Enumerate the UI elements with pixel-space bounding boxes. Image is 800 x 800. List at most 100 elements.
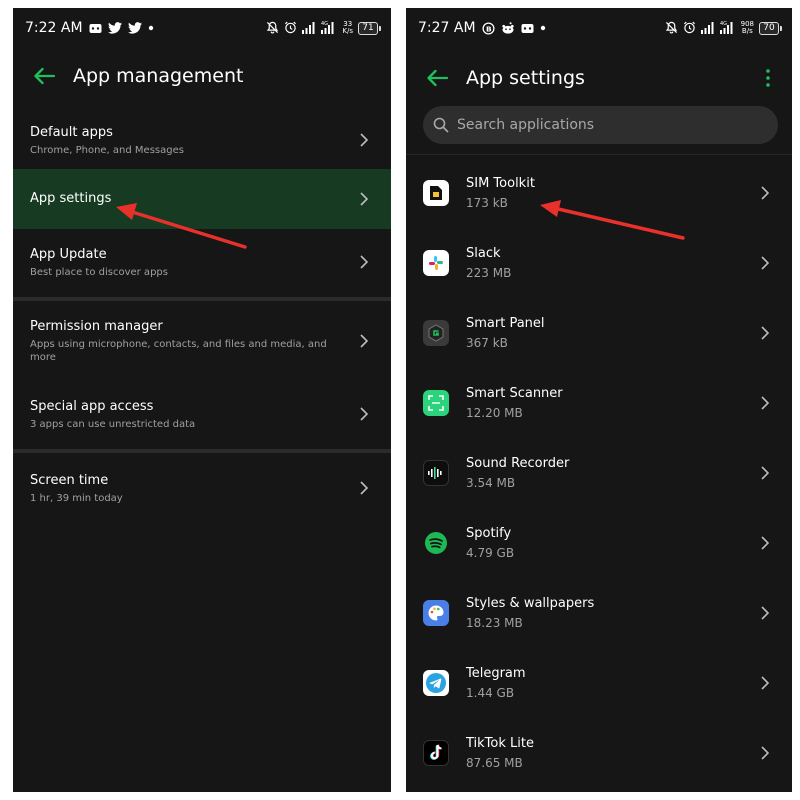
chevron-right-icon — [359, 132, 369, 148]
palette-icon — [423, 600, 449, 626]
app-size: 18.23 MB — [466, 616, 523, 630]
search-icon — [433, 117, 449, 133]
menu-item-special-app-access[interactable]: Special app access 3 apps can use unrest… — [13, 382, 391, 446]
app-name: Slack — [466, 246, 501, 261]
app-row-sim-toolkit[interactable]: SIM Toolkit 173 kB — [406, 158, 792, 228]
menu-item-permission-manager[interactable]: Permission manager Apps using microphone… — [13, 306, 391, 376]
sound-wave-icon — [423, 460, 449, 486]
page-title: App management — [73, 65, 244, 87]
menu-item-app-update[interactable]: App Update Best place to discover apps — [13, 230, 391, 294]
mute-notifications-icon — [266, 19, 279, 38]
app-size: 367 kB — [466, 336, 508, 350]
chevron-right-icon — [359, 333, 369, 349]
reddit-icon — [501, 22, 515, 34]
chevron-right-icon — [760, 745, 770, 761]
scanner-icon — [423, 390, 449, 416]
battery-icon: 71 — [358, 21, 381, 35]
app-row-sound-recorder[interactable]: Sound Recorder 3.54 MB — [406, 438, 792, 508]
back-button[interactable] — [29, 61, 59, 91]
alarm-icon — [683, 19, 696, 38]
app-row-tiktok-lite[interactable]: TikTok Lite 87.65 MB — [406, 718, 792, 788]
menu-item-default-apps[interactable]: Default apps Chrome, Phone, and Messages — [13, 108, 391, 172]
app-bar: App management — [13, 56, 391, 96]
status-time: 7:22 AM — [25, 20, 83, 36]
app-name: Spotify — [466, 526, 512, 541]
chevron-right-icon — [760, 395, 770, 411]
chevron-right-icon — [359, 406, 369, 422]
app-size: 12.20 MB — [466, 406, 523, 420]
svg-text:B: B — [486, 24, 492, 33]
status-bar: 7:22 AM 4G 33 K/s 71 — [13, 8, 391, 48]
dot-icon — [148, 25, 154, 31]
chevron-right-icon — [359, 254, 369, 270]
more-options-button[interactable] — [758, 63, 778, 93]
arrow-back-icon — [427, 69, 448, 87]
alarm-icon — [284, 19, 297, 38]
twitter-icon — [107, 22, 122, 34]
status-right-icons: 4G 33 K/s 71 — [266, 19, 381, 38]
app-name: Styles & wallpapers — [466, 596, 595, 611]
chevron-right-icon — [760, 185, 770, 201]
network-speed: 908 B/s — [740, 20, 754, 35]
app-row-styles-wallpapers[interactable]: Styles & wallpapers 18.23 MB — [406, 578, 792, 648]
network-speed: 33 K/s — [342, 20, 353, 35]
app-row-slack[interactable]: Slack 223 MB — [406, 228, 792, 298]
app-name: TikTok Lite — [466, 736, 534, 751]
search-input[interactable] — [457, 117, 778, 133]
back-button[interactable] — [422, 63, 452, 93]
chevron-right-icon — [760, 465, 770, 481]
arrow-back-icon — [34, 67, 55, 85]
chevron-right-icon — [359, 191, 369, 207]
signal-strength-icon — [302, 19, 316, 38]
battery-icon: 70 — [759, 21, 782, 35]
section-divider — [13, 297, 391, 301]
signal-4g-icon: 4G — [321, 19, 337, 38]
app-name: Smart Scanner — [466, 386, 563, 401]
app-row-smart-scanner[interactable]: Smart Scanner 12.20 MB — [406, 368, 792, 438]
app-name: SIM Toolkit — [466, 176, 535, 191]
spotify-icon — [423, 530, 449, 556]
status-right-icons: 4G 908 B/s 70 — [665, 19, 782, 38]
b-circle-icon: B — [482, 21, 495, 35]
chevron-right-icon — [760, 325, 770, 341]
app-row-smart-panel[interactable]: Smart Panel 367 kB — [406, 298, 792, 368]
battery-level: 70 — [759, 21, 779, 35]
app-size: 4.79 GB — [466, 546, 515, 560]
app-bar: App settings — [406, 58, 792, 98]
gamepad-icon — [521, 23, 534, 34]
right-screenshot-panel: 7:27 AM B 4G 908 B/s 70 App settings Sea… — [406, 8, 792, 792]
menu-item-screen-time[interactable]: Screen time 1 hr, 39 min today — [13, 456, 391, 520]
page-title: App settings — [466, 67, 585, 89]
app-size: 173 kB — [466, 196, 508, 210]
svg-text:4G: 4G — [720, 21, 727, 27]
status-bar: 7:27 AM B 4G 908 B/s 70 — [406, 8, 792, 48]
battery-level: 71 — [358, 21, 378, 35]
app-size: 87.65 MB — [466, 756, 523, 770]
app-size: 223 MB — [466, 266, 512, 280]
mute-notifications-icon — [665, 19, 678, 38]
telegram-icon — [423, 670, 449, 696]
signal-4g-icon: 4G — [719, 19, 736, 38]
app-name: Sound Recorder — [466, 456, 570, 471]
svg-text:4G: 4G — [321, 21, 328, 27]
app-row-telegram[interactable]: Telegram 1.44 GB — [406, 648, 792, 718]
app-size: 3.54 MB — [466, 476, 516, 490]
more-vert-icon — [766, 69, 770, 87]
menu-item-app-settings[interactable]: App settings — [13, 169, 391, 229]
search-bar[interactable] — [423, 106, 778, 144]
signal-strength-icon — [700, 19, 715, 38]
app-size: 1.44 GB — [466, 686, 515, 700]
chevron-right-icon — [760, 675, 770, 691]
app-name: Telegram — [466, 666, 526, 681]
status-time: 7:27 AM — [418, 20, 476, 36]
chevron-right-icon — [760, 605, 770, 621]
twitter-icon — [127, 22, 142, 34]
search-divider — [406, 154, 792, 155]
chevron-right-icon — [359, 480, 369, 496]
app-row-spotify[interactable]: Spotify 4.79 GB — [406, 508, 792, 578]
app-name: Smart Panel — [466, 316, 545, 331]
gamepad-icon — [89, 23, 102, 34]
sim-card-icon — [423, 180, 449, 206]
section-divider — [13, 449, 391, 453]
dot-icon — [540, 25, 546, 31]
